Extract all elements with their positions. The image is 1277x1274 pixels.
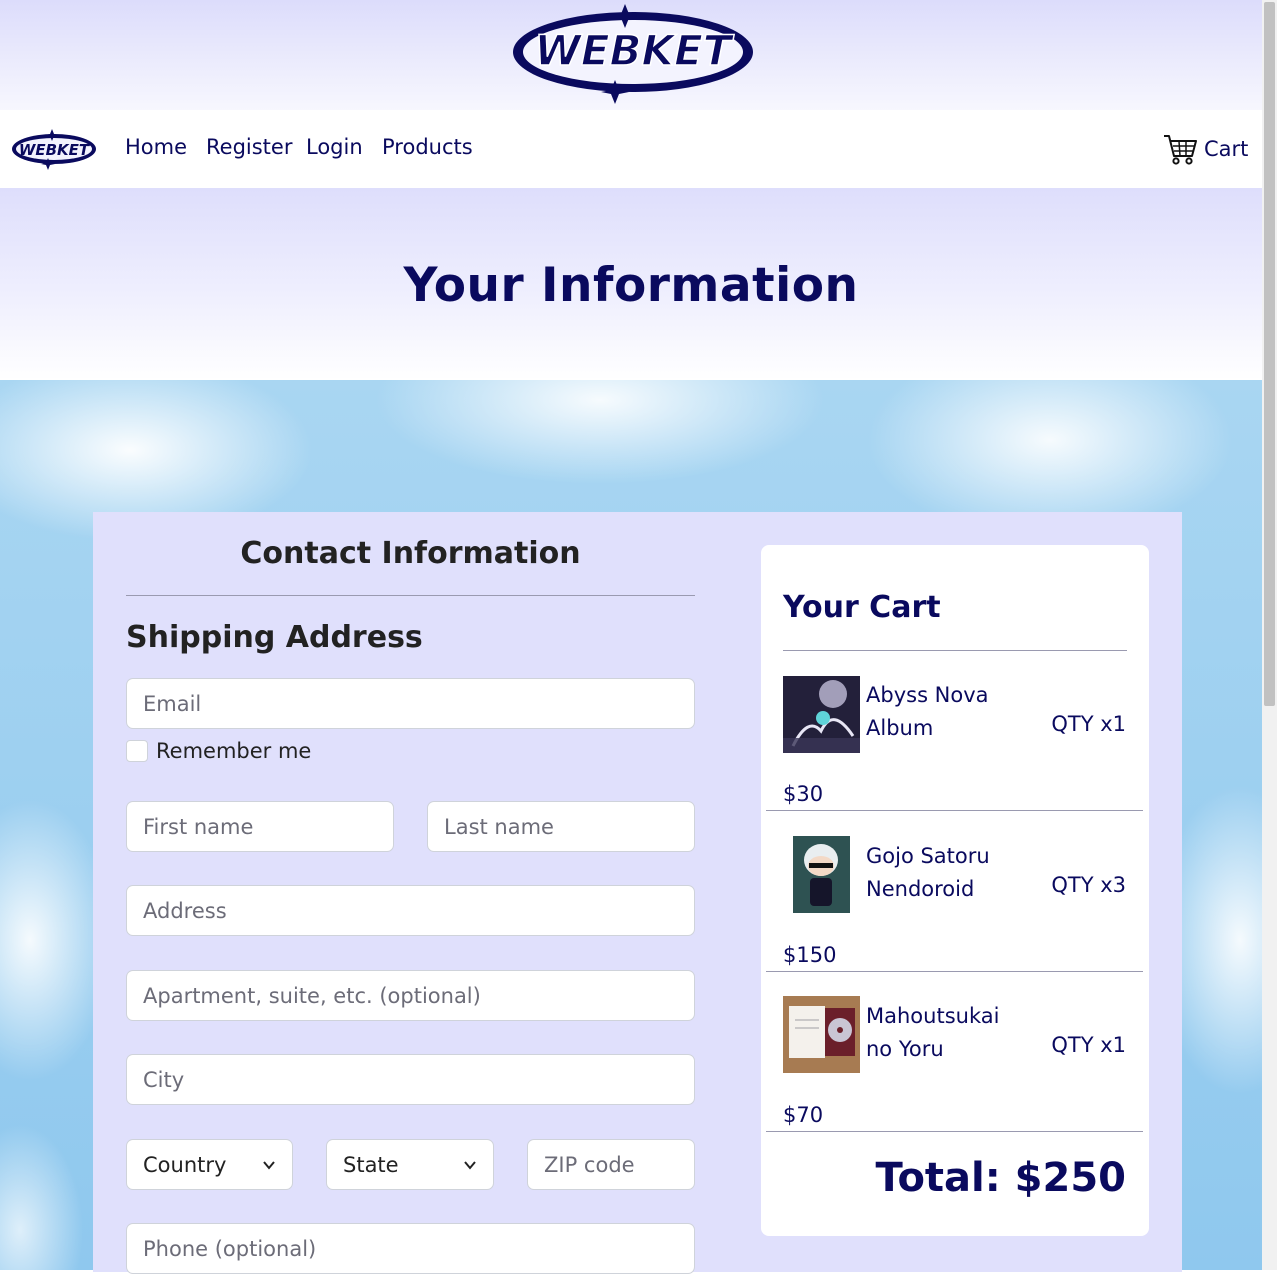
cart-item-price: $70 [783,1103,824,1127]
cart-item-qty: QTY x3 [1051,873,1126,897]
city-field[interactable]: City [126,1054,695,1105]
cart-item-divider [766,810,1143,811]
nav-login-link[interactable]: Login [306,135,363,159]
shipping-address-heading: Shipping Address [126,620,423,655]
cart-item-name: Gojo Satoru Nendoroid [866,844,990,901]
contact-divider [126,595,695,596]
apartment-field[interactable]: Apartment, suite, etc. (optional) [126,970,695,1021]
webket-logo[interactable]: WEBKET [508,2,758,106]
cart-item-name: Mahoutsukai no Yoru [866,1004,1000,1061]
apartment-placeholder: Apartment, suite, etc. (optional) [143,983,481,1008]
last-name-field[interactable]: Last name [427,801,695,852]
cart-icon [1164,135,1197,165]
city-placeholder: City [143,1067,185,1092]
remember-me-checkbox[interactable] [126,740,148,762]
contact-information-heading: Contact Information [240,536,581,571]
mahoutsukai-no-yoru-thumbnail[interactable] [783,996,860,1073]
cart-item-price: $30 [783,782,824,806]
nav-cart-link[interactable]: Cart [1162,132,1248,166]
chevron-down-icon [263,1160,275,1170]
page-title: Your Information [403,258,859,313]
email-placeholder: Email [143,691,202,716]
phone-placeholder: Phone (optional) [143,1236,317,1261]
nav-register-link[interactable]: Register [206,135,292,159]
nav-logo-text: WEBKET [19,141,91,159]
remember-me-label: Remember me [156,739,312,763]
cart-divider [783,650,1127,651]
state-select-value: State [343,1152,399,1177]
logo-text: WEBKET [535,26,735,75]
hero-section: Your Information [0,188,1262,380]
your-cart-heading: Your Cart [783,590,941,625]
phone-field[interactable]: Phone (optional) [126,1223,695,1274]
address-placeholder: Address [143,898,227,923]
state-select[interactable]: State [326,1139,494,1190]
nav-home-link[interactable]: Home [125,135,187,159]
cart-item-qty: QTY x1 [1051,1033,1126,1057]
cart-link-label: Cart [1204,137,1249,161]
cart-item-divider [766,1131,1143,1132]
cart-item-price: $150 [783,943,837,967]
abyss-nova-album-thumbnail[interactable] [783,676,860,753]
chevron-down-icon [464,1160,476,1170]
cart-total: Total: $250 [875,1155,1126,1201]
cart-item-name: Abyss Nova Album [866,683,989,740]
top-banner: WEBKET [0,0,1262,110]
last-name-placeholder: Last name [444,814,554,839]
zip-code-field[interactable]: ZIP code [527,1139,695,1190]
remember-me[interactable]: Remember me [126,739,311,763]
first-name-field[interactable]: First name [126,801,394,852]
gojo-satoru-nendoroid-thumbnail[interactable] [783,836,860,913]
address-field[interactable]: Address [126,885,695,936]
country-select[interactable]: Country [126,1139,293,1190]
country-select-value: Country [143,1152,227,1177]
cart-item-qty: QTY x1 [1051,712,1126,736]
email-field[interactable]: Email [126,678,695,729]
nav-logo[interactable]: WEBKET [10,128,98,170]
scrollbar-thumb[interactable] [1264,2,1275,706]
navbar: WEBKET Home Register Login Products Cart [0,110,1262,188]
nav-products-link[interactable]: Products [382,135,473,159]
first-name-placeholder: First name [143,814,254,839]
zip-code-placeholder: ZIP code [544,1152,635,1177]
cart-item-divider [766,971,1143,972]
